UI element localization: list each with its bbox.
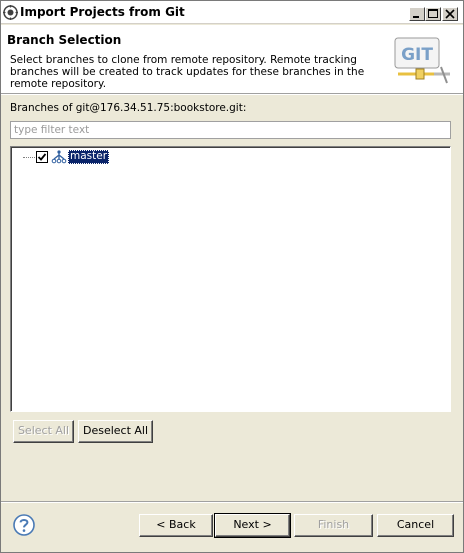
page-title: Branch Selection: [7, 33, 122, 47]
branch-checkbox[interactable]: [36, 151, 48, 163]
maximize-icon: [428, 9, 438, 18]
window-title: Import Projects from Git: [20, 5, 185, 19]
branch-label[interactable]: master: [68, 150, 110, 164]
page-description: Select branches to clone from remote rep…: [10, 54, 365, 90]
wizard-header: Branch Selection Select branches to clon…: [1, 25, 463, 93]
footer-separator: [1, 501, 463, 503]
git-logo: GIT: [394, 37, 450, 84]
branch-tree[interactable]: master: [10, 146, 451, 412]
close-icon: [445, 9, 455, 19]
filter-input[interactable]: [10, 121, 451, 139]
close-button[interactable]: [442, 7, 458, 21]
next-button[interactable]: Next >: [214, 513, 291, 538]
git-logo-text: GIT: [401, 45, 433, 65]
branches-label: Branches of git@176.34.51.75:bookstore.g…: [10, 102, 247, 114]
title-bar[interactable]: Import Projects from Git: [1, 1, 463, 24]
eclipse-icon: [3, 5, 18, 20]
maximize-button[interactable]: [425, 7, 441, 21]
window-bottom-edge: [1, 547, 463, 552]
header-separator: [1, 93, 463, 95]
checkmark-icon: [37, 153, 47, 161]
deselect-all-button[interactable]: Deselect All: [78, 420, 153, 443]
import-projects-dialog: Import Projects from Git Branch Selectio…: [0, 0, 464, 553]
branch-icon: [51, 150, 67, 164]
minimize-icon: [413, 16, 419, 18]
cancel-button[interactable]: Cancel: [377, 514, 454, 537]
finish-button[interactable]: Finish: [294, 514, 373, 537]
help-icon[interactable]: [13, 514, 35, 536]
select-all-button[interactable]: Select All: [13, 420, 74, 443]
tree-row[interactable]: master: [11, 149, 211, 165]
minimize-button[interactable]: [409, 7, 425, 21]
back-button[interactable]: < Back: [139, 514, 213, 537]
